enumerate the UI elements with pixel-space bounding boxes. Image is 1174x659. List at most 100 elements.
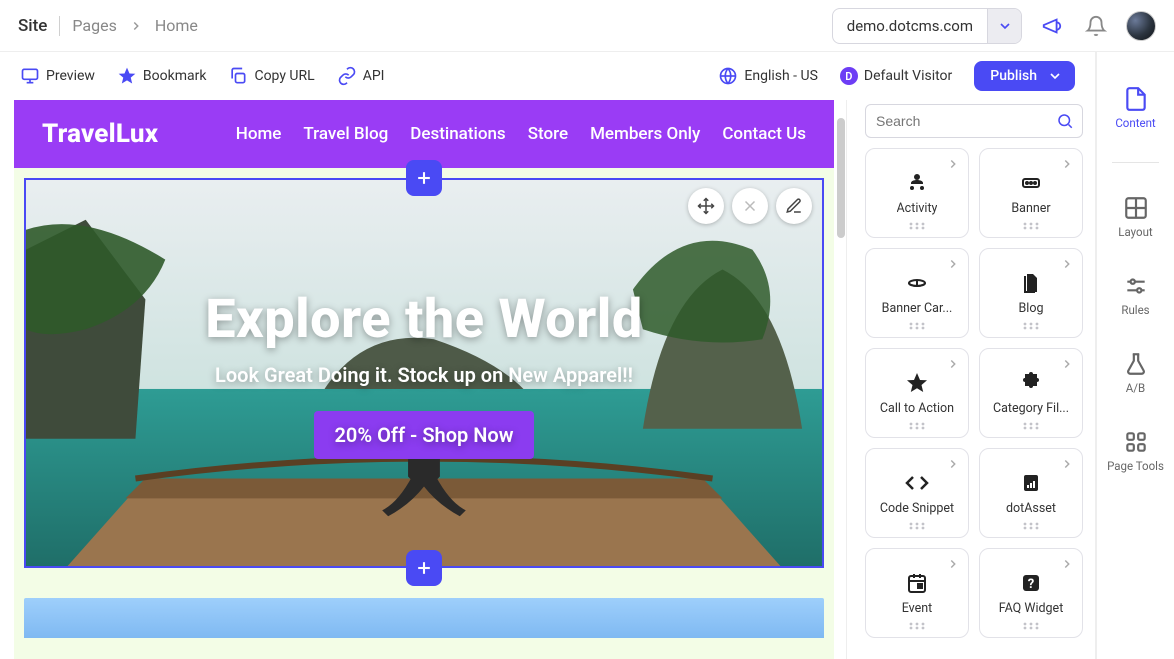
content-type-card[interactable]: ?FAQ Widget (979, 548, 1083, 638)
api-button[interactable]: API (337, 66, 385, 86)
divider (59, 16, 60, 36)
action-strip: Preview Bookmark Copy URL (0, 52, 1095, 100)
drag-grip-icon (1021, 621, 1041, 631)
hero-block[interactable]: Explore the World Look Great Doing it. S… (24, 178, 824, 568)
content-type-label: Blog (1019, 301, 1044, 316)
nav-link[interactable]: Travel Blog (303, 124, 388, 144)
page-canvas[interactable]: TravelLux Home Travel Blog Destinations … (14, 100, 847, 659)
code-icon (905, 471, 929, 495)
site-brand[interactable]: TravelLux (42, 119, 158, 149)
nav-link[interactable]: Contact Us (722, 124, 806, 144)
chevron-right-icon (946, 457, 960, 471)
content-type-card[interactable]: Code Snippet (865, 448, 969, 538)
publish-button[interactable]: Publish (974, 61, 1075, 91)
nav-link[interactable]: Store (528, 124, 568, 144)
rail-content[interactable]: Content (1097, 80, 1174, 136)
monitor-icon (20, 66, 40, 86)
blog-icon (1019, 271, 1043, 295)
puzzle-icon (1019, 371, 1043, 395)
event-icon (905, 571, 929, 595)
notifications-icon[interactable] (1082, 12, 1110, 40)
content-type-label: Code Snippet (880, 501, 954, 516)
globe-icon (718, 66, 738, 86)
top-bar: Site Pages Home demo.dotcms.com (0, 0, 1174, 52)
content-type-card[interactable]: Banner Car... (865, 248, 969, 338)
content-type-card[interactable]: Call to Action (865, 348, 969, 438)
breadcrumb-current[interactable]: Home (155, 16, 198, 35)
star-icon (905, 371, 929, 395)
chevron-down-icon (1047, 68, 1063, 84)
site-nav: Home Travel Blog Destinations Store Memb… (236, 124, 806, 144)
breadcrumb: Site Pages Home (18, 16, 198, 36)
close-button[interactable] (732, 188, 768, 224)
content-type-card[interactable]: Blog (979, 248, 1083, 338)
chevron-right-icon (1060, 257, 1074, 271)
nav-link[interactable]: Home (236, 124, 282, 144)
hero-subtitle: Look Great Doing it. Stock up on New App… (215, 363, 633, 387)
add-before-button[interactable] (406, 160, 442, 196)
rail-page-tools[interactable]: Page Tools (1097, 423, 1174, 479)
plus-icon (414, 168, 434, 188)
drag-grip-icon (907, 421, 927, 431)
breadcrumb-section[interactable]: Pages (72, 16, 116, 35)
divider (1112, 162, 1158, 163)
visitor-badge: D (840, 67, 858, 85)
locale-selector[interactable]: English - US (718, 66, 818, 86)
drag-grip-icon (907, 521, 927, 531)
copy-url-button[interactable]: Copy URL (228, 66, 314, 86)
add-after-button[interactable] (406, 550, 442, 586)
drag-grip-icon (907, 621, 927, 631)
activity-icon (905, 171, 929, 195)
content-type-card[interactable]: Banner (979, 148, 1083, 238)
star-icon (117, 66, 137, 86)
announcements-icon[interactable] (1038, 12, 1066, 40)
drag-grip-icon (1021, 421, 1041, 431)
nav-link[interactable]: Members Only (590, 124, 700, 144)
breadcrumb-site[interactable]: Site (18, 16, 47, 36)
svg-text:?: ? (1028, 577, 1034, 592)
content-type-card[interactable]: Activity (865, 148, 969, 238)
chevron-right-icon (946, 557, 960, 571)
content-type-label: dotAsset (1006, 501, 1056, 516)
chevron-right-icon (946, 257, 960, 271)
search-input[interactable] (866, 113, 1082, 129)
drag-grip-icon (1021, 321, 1041, 331)
avatar[interactable] (1126, 11, 1156, 41)
site-selector[interactable]: demo.dotcms.com (832, 8, 1022, 44)
publish-label: Publish (990, 68, 1037, 84)
file-icon (1123, 86, 1149, 112)
palette-search[interactable] (865, 104, 1083, 138)
content-type-label: Banner Car... (882, 301, 953, 316)
content-type-card[interactable]: Event (865, 548, 969, 638)
rail-layout-label: Layout (1118, 225, 1152, 239)
asset-icon (1019, 471, 1043, 495)
rail-rules[interactable]: Rules (1097, 267, 1174, 323)
visitor-selector[interactable]: D Default Visitor (840, 67, 952, 85)
nav-link[interactable]: Destinations (410, 124, 505, 144)
banner-icon (1019, 171, 1043, 195)
block-tools (688, 188, 812, 224)
bookmark-button[interactable]: Bookmark (117, 66, 207, 86)
visitor-label: Default Visitor (864, 68, 952, 84)
grid-icon (1123, 195, 1149, 221)
content-type-card[interactable]: Category Fil... (979, 348, 1083, 438)
move-handle[interactable] (688, 188, 724, 224)
preview-button[interactable]: Preview (20, 66, 95, 86)
content-type-card[interactable]: dotAsset (979, 448, 1083, 538)
chevron-right-icon (129, 19, 143, 33)
carousel-icon (905, 271, 929, 295)
api-label: API (363, 68, 385, 84)
rail-ab[interactable]: A/B (1097, 345, 1174, 401)
rail-layout[interactable]: Layout (1097, 189, 1174, 245)
content-palette: ActivityBanner Banner Car... Blog Call to A… (865, 100, 1083, 659)
chevron-right-icon (946, 357, 960, 371)
edit-button[interactable] (776, 188, 812, 224)
chevron-right-icon (946, 157, 960, 171)
flask-icon (1123, 351, 1149, 377)
hero-cta-button[interactable]: 20% Off - Shop Now (314, 411, 533, 459)
rail-content-label: Content (1115, 116, 1155, 130)
scrollbar[interactable] (836, 100, 846, 659)
chevron-down-icon[interactable] (987, 8, 1021, 44)
link-icon (337, 66, 357, 86)
next-content-block[interactable] (24, 598, 824, 638)
